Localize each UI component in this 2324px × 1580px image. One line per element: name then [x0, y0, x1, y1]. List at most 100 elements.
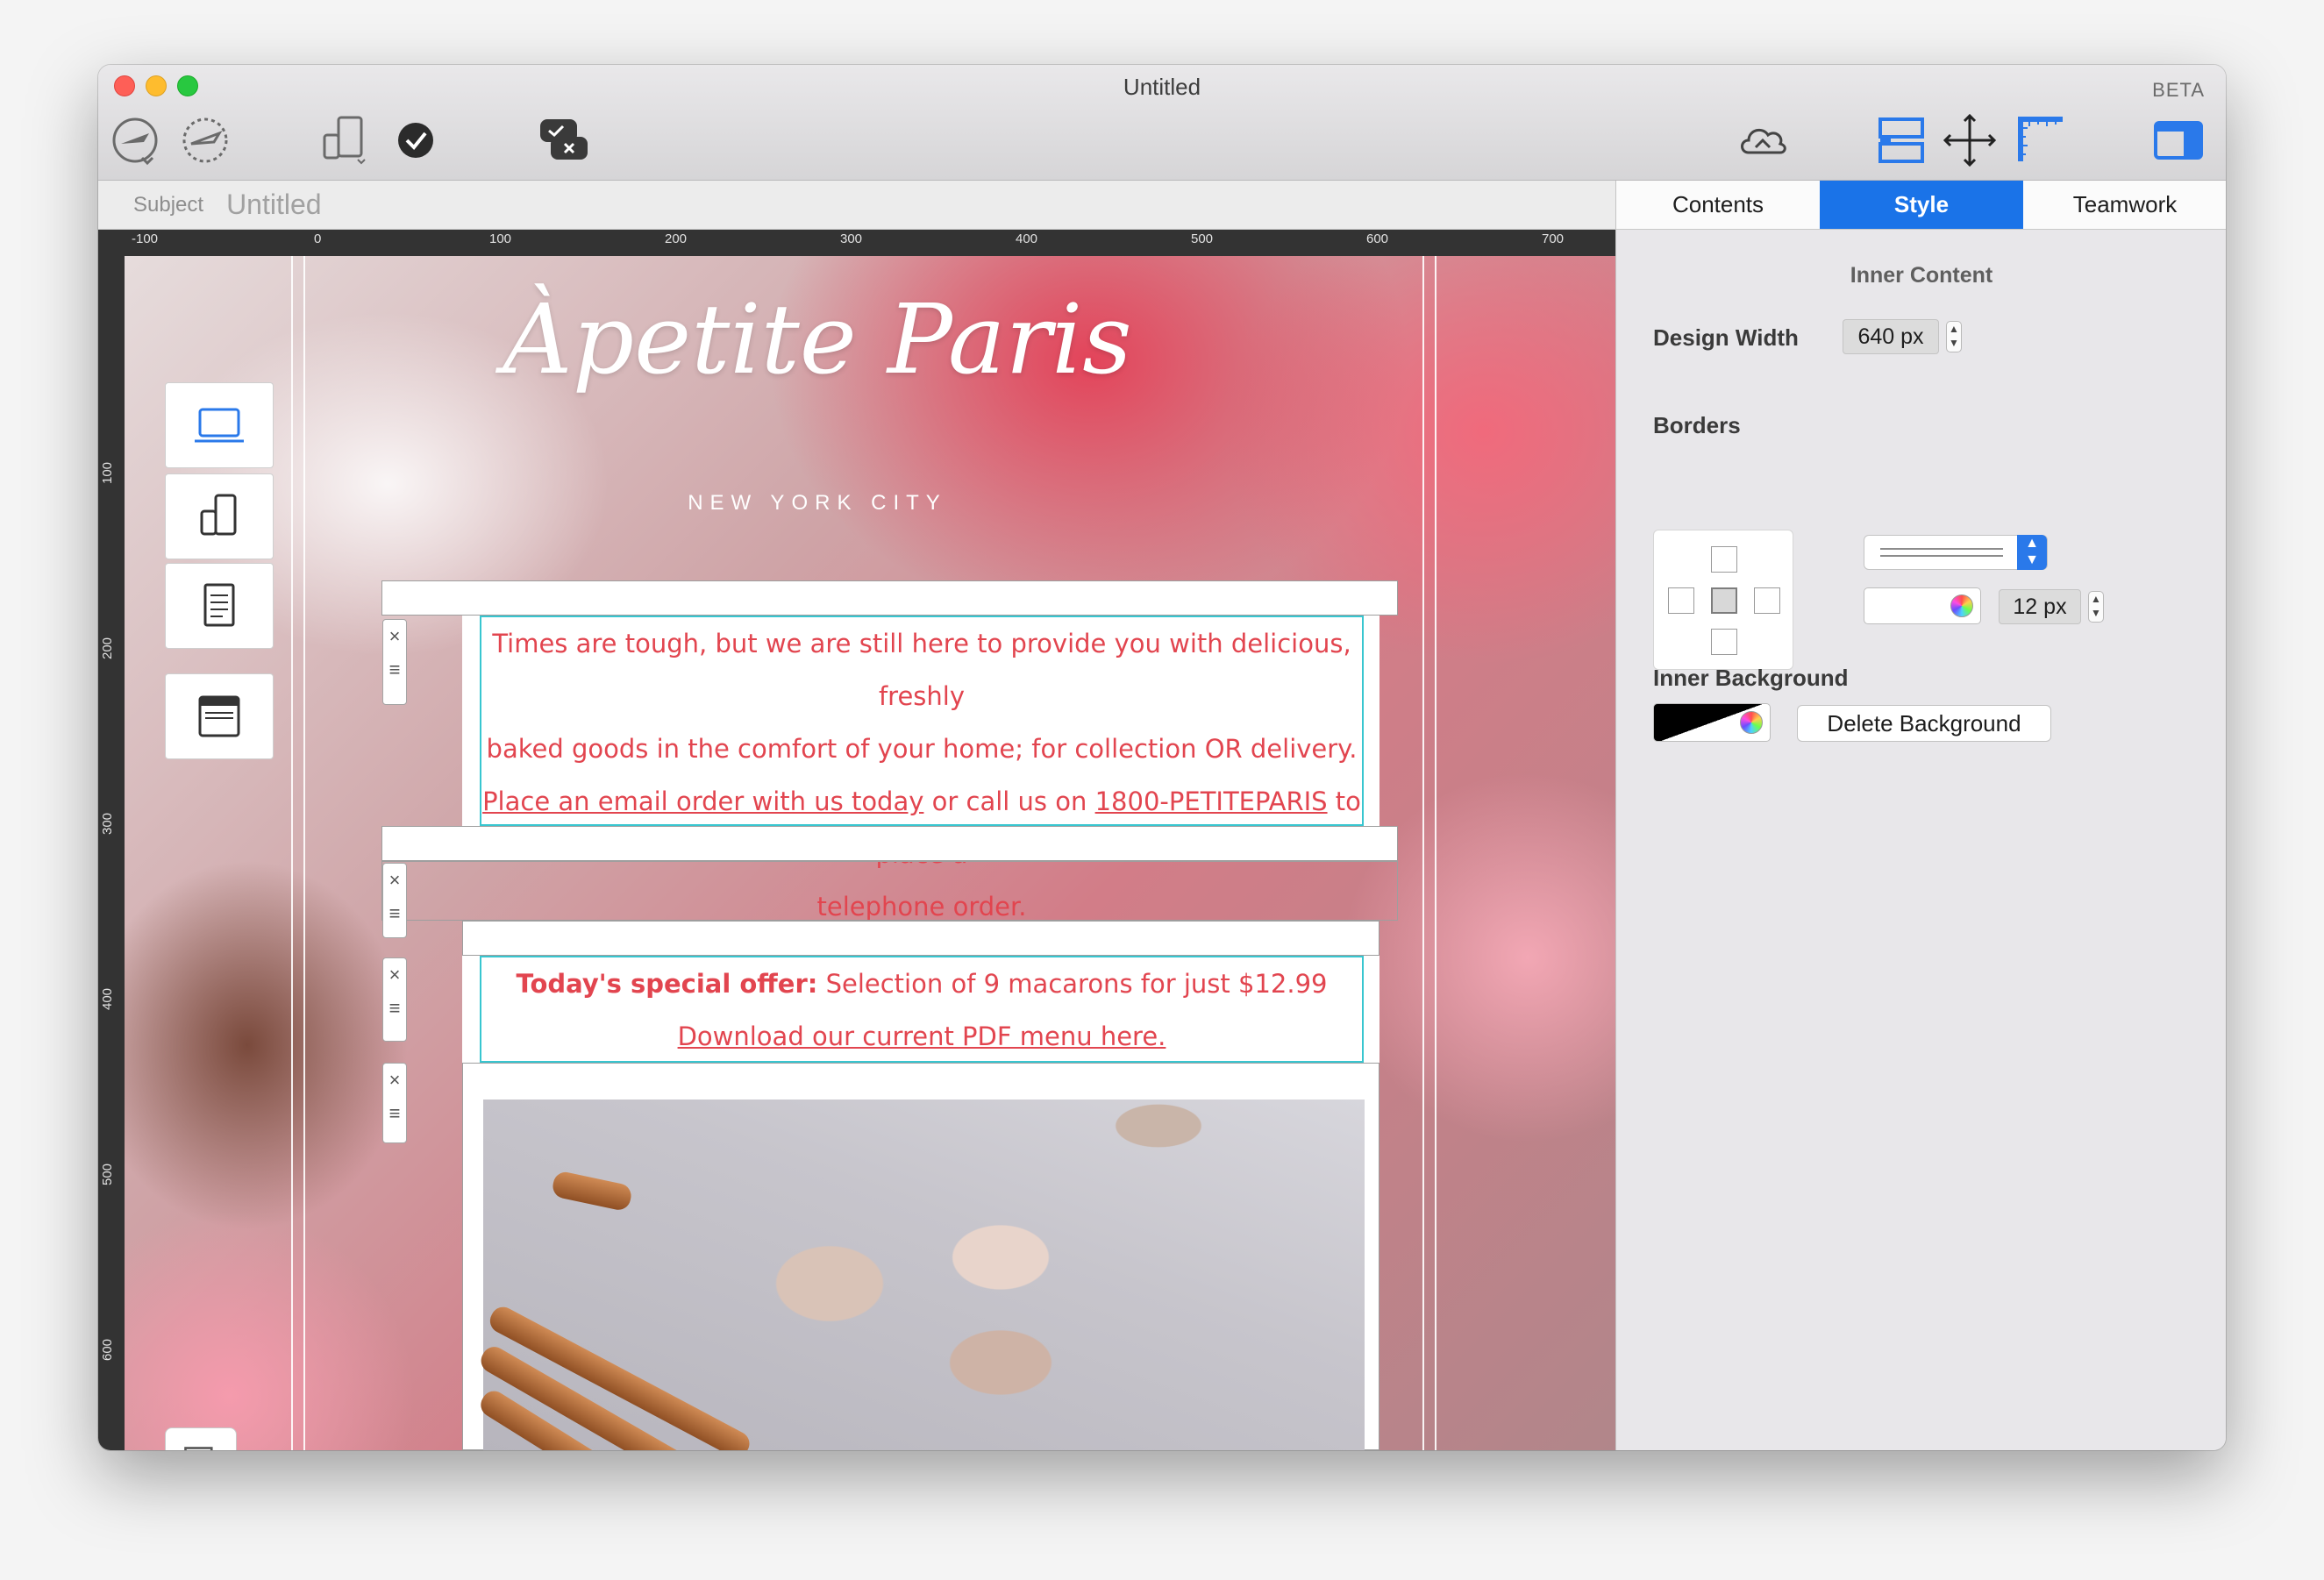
- ruler-label: 600: [1366, 231, 1389, 246]
- ruler-label: -100: [132, 231, 159, 246]
- row-handle[interactable]: × ≡: [382, 957, 407, 1042]
- ruler-label: 300: [840, 231, 863, 246]
- empty-row[interactable]: [381, 861, 1398, 921]
- intro-line: baked goods in the comfort of your home;…: [486, 734, 1358, 764]
- window-title: Untitled: [1123, 74, 1201, 100]
- panel-toggle-icon[interactable]: [2147, 109, 2210, 172]
- app-window: Untitled BETA Subject Untitled -100 0 10…: [98, 65, 2226, 1450]
- vertical-ruler: 100 200 300 400 500 600 700: [98, 230, 125, 1450]
- ruler-label: 200: [100, 637, 115, 659]
- offer-text[interactable]: Today's special offer: Selection of 9 ma…: [480, 957, 1364, 1063]
- border-color-well[interactable]: [1864, 587, 1981, 624]
- ruler-label: 100: [489, 231, 512, 246]
- tab-contents[interactable]: Contents: [1616, 181, 1820, 229]
- row-handle[interactable]: × ≡: [382, 619, 407, 705]
- design-width-field[interactable]: 640 px: [1843, 319, 1939, 354]
- layout-guide: [303, 256, 305, 1450]
- brand-logo: Àpetite Paris: [503, 283, 1132, 395]
- drag-handle-icon[interactable]: ≡: [383, 992, 406, 1025]
- template-icon: [198, 695, 240, 737]
- subject-input[interactable]: Untitled: [226, 189, 322, 221]
- row-handle[interactable]: × ≡: [382, 1063, 407, 1143]
- ruler-label: 700: [1542, 231, 1565, 246]
- ruler-label: 500: [100, 1163, 115, 1185]
- drag-handle-icon[interactable]: ≡: [383, 1097, 406, 1130]
- brand-tagline: NEW YORK CITY: [688, 491, 947, 515]
- color-wheel-icon[interactable]: [1950, 594, 1973, 617]
- tab-teamwork[interactable]: Teamwork: [2023, 181, 2226, 229]
- border-right-toggle[interactable]: [1754, 587, 1780, 614]
- row-outline: [381, 826, 1398, 861]
- delete-background-button[interactable]: Delete Background: [1797, 705, 2051, 742]
- offer-heading: Today's special offer:: [516, 969, 818, 999]
- border-style-select[interactable]: ▲ ▼: [1864, 535, 2048, 570]
- feedback-icon[interactable]: [531, 109, 595, 172]
- devices-icon: [200, 494, 237, 536]
- layers-button[interactable]: [165, 1427, 237, 1450]
- template-view-button[interactable]: [165, 673, 274, 759]
- border-selector[interactable]: [1653, 530, 1793, 670]
- ruler-label: 0: [314, 231, 322, 246]
- email-order-link[interactable]: Place an email order with us today: [482, 786, 923, 816]
- row-handle[interactable]: × ≡: [382, 863, 407, 938]
- cloud-icon[interactable]: [1731, 109, 1794, 172]
- border-size-field[interactable]: 12 px: [1999, 589, 2081, 624]
- design-width-stepper[interactable]: ▲ ▼: [1946, 321, 1962, 352]
- ruler-label: 300: [100, 812, 115, 835]
- chevron-updown-icon[interactable]: ▲ ▼: [2017, 535, 2047, 570]
- layout-guide: [1435, 256, 1436, 1450]
- layout-guide: [1422, 256, 1424, 1450]
- layout-icon[interactable]: [1870, 109, 1933, 172]
- subject-label: Subject: [133, 192, 204, 217]
- layers-icon: [184, 1447, 213, 1450]
- phone-link[interactable]: 1800-PETITEPARIS: [1095, 786, 1328, 816]
- offer-line: Today's special offer: Selection of 9 ma…: [480, 957, 1364, 1010]
- cinnamon-stick: [550, 1170, 634, 1213]
- border-size-stepper[interactable]: ▲ ▼: [2088, 591, 2104, 623]
- intro-line: Times are tough, but we are still here t…: [492, 629, 1351, 711]
- ruler-label: 200: [665, 231, 688, 246]
- macaron-photo[interactable]: [476, 1100, 1365, 1450]
- tab-style[interactable]: Style: [1820, 181, 2023, 229]
- border-all-toggle[interactable]: [1711, 587, 1737, 614]
- schedule-send-icon[interactable]: [174, 109, 237, 172]
- pdf-menu-link[interactable]: Download our current PDF menu here.: [678, 1021, 1166, 1051]
- ruler-label: 100: [100, 461, 115, 484]
- checkmark-icon[interactable]: [384, 109, 447, 172]
- section-title: Inner Content: [1850, 263, 1993, 288]
- layout-guide: [291, 256, 293, 1450]
- border-bottom-toggle[interactable]: [1711, 629, 1737, 655]
- ruler-label: 500: [1191, 231, 1214, 246]
- remove-row-icon[interactable]: ×: [383, 958, 406, 992]
- horizontal-ruler: -100 0 100 200 300 400 500 600 700: [125, 230, 1615, 256]
- inner-background-label: Inner Background: [1653, 665, 1849, 691]
- remove-row-icon[interactable]: ×: [383, 1064, 406, 1097]
- drag-handle-icon[interactable]: ≡: [383, 653, 406, 687]
- remove-row-icon[interactable]: ×: [383, 620, 406, 653]
- line-preview: [1880, 548, 2003, 550]
- email-canvas[interactable]: Àpetite Paris NEW YORK CITY Times are to…: [125, 256, 1615, 1450]
- color-wheel-icon[interactable]: [1740, 711, 1763, 734]
- send-test-icon[interactable]: [105, 109, 168, 172]
- desktop-view-button[interactable]: [165, 382, 274, 468]
- move-icon[interactable]: [1938, 109, 2001, 172]
- offer-description: Selection of 9 macarons for just $12.99: [817, 969, 1328, 999]
- row-outline: [381, 580, 1398, 616]
- ruler-icon[interactable]: [2010, 109, 2073, 172]
- mobile-view-button[interactable]: [165, 473, 274, 559]
- laptop-icon: [195, 408, 244, 443]
- drag-handle-icon[interactable]: ≡: [383, 897, 406, 930]
- inner-background-well[interactable]: [1653, 703, 1771, 742]
- text-view-button[interactable]: [165, 563, 274, 649]
- design-width-label: Design Width: [1653, 324, 1799, 351]
- ruler-label: 400: [100, 987, 115, 1010]
- toolbar: Untitled BETA: [98, 65, 2226, 181]
- subject-bar: Subject Untitled: [98, 181, 1615, 230]
- border-top-toggle[interactable]: [1711, 546, 1737, 573]
- document-icon: [203, 583, 235, 627]
- beta-badge: BETA: [2152, 79, 2205, 101]
- ruler-label: 400: [1016, 231, 1038, 246]
- remove-row-icon[interactable]: ×: [383, 864, 406, 897]
- device-preview-icon[interactable]: [312, 109, 375, 172]
- border-left-toggle[interactable]: [1668, 587, 1694, 614]
